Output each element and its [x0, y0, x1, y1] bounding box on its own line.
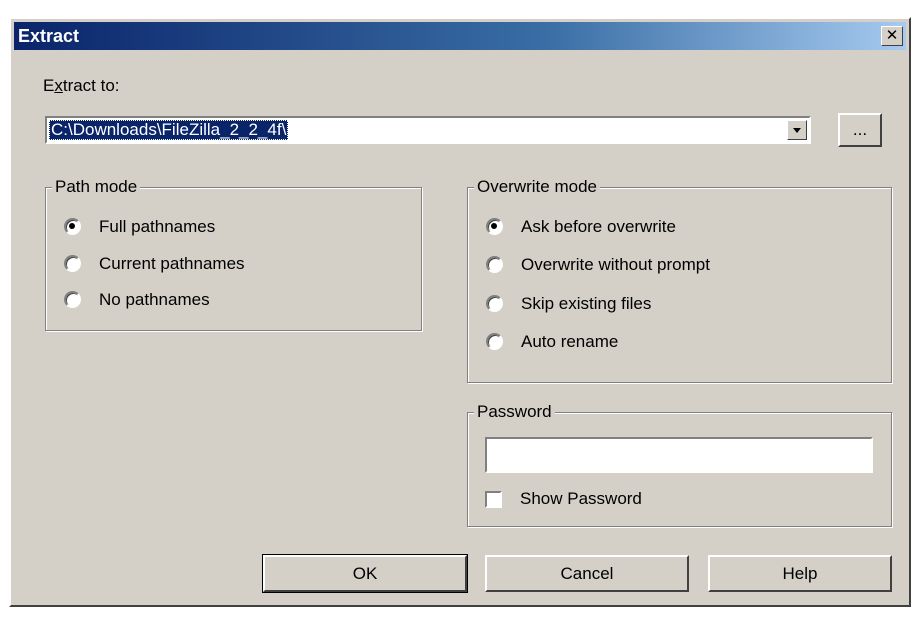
radio-unchecked-icon[interactable] — [64, 255, 81, 272]
extract-path-combobox[interactable]: C:\Downloads\FileZilla_2_2_4f\ — [45, 116, 811, 144]
close-button[interactable]: ✕ — [881, 26, 903, 46]
radio-label: Full pathnames — [99, 217, 216, 236]
show-password-checkbox[interactable] — [485, 491, 502, 508]
cancel-button[interactable]: Cancel — [485, 555, 689, 592]
title-bar[interactable]: Extract ✕ — [14, 22, 906, 50]
password-title: Password — [474, 402, 555, 422]
password-group: Password Show Password — [467, 402, 892, 527]
radio-unchecked-icon[interactable] — [64, 291, 81, 308]
radio-checked-icon[interactable] — [486, 218, 503, 235]
ok-button-label: OK — [352, 564, 378, 583]
radio-label: Skip existing files — [521, 294, 652, 313]
radio-unchecked-icon[interactable] — [486, 295, 503, 312]
help-button-label: Help — [782, 564, 818, 583]
path-mode-group: Path mode Full pathnames Current pathnam… — [45, 177, 422, 331]
overwrite-mode-group: Overwrite mode Ask before overwrite Over… — [467, 177, 892, 383]
radio-label: No pathnames — [99, 290, 210, 309]
help-button[interactable]: Help — [708, 555, 892, 592]
overwrite-mode-title: Overwrite mode — [474, 177, 600, 197]
radio-label: Auto rename — [521, 332, 619, 351]
dropdown-arrow-icon[interactable] — [787, 120, 807, 140]
dialog-title: Extract — [18, 26, 80, 46]
close-icon: ✕ — [885, 27, 899, 44]
radio-label: Current pathnames — [99, 254, 245, 273]
extract-dialog: Extract ✕ Extract to: C:\Downloads\FileZ… — [9, 17, 911, 607]
extract-to-label: Extract to: — [43, 76, 120, 95]
radio-unchecked-icon[interactable] — [486, 333, 503, 350]
browse-button-label: ... — [852, 120, 868, 139]
password-input[interactable] — [485, 437, 873, 473]
cancel-button-label: Cancel — [560, 564, 614, 583]
extract-path-value[interactable]: C:\Downloads\FileZilla_2_2_4f\ — [49, 120, 289, 140]
radio-label: Ask before overwrite — [521, 217, 676, 236]
ok-button[interactable]: OK — [262, 554, 468, 593]
radio-label: Overwrite without prompt — [521, 255, 710, 274]
browse-button[interactable]: ... — [838, 113, 882, 147]
path-mode-title: Path mode — [52, 177, 141, 197]
radio-checked-icon[interactable] — [64, 218, 81, 235]
radio-unchecked-icon[interactable] — [486, 256, 503, 273]
show-password-label: Show Password — [520, 489, 642, 508]
